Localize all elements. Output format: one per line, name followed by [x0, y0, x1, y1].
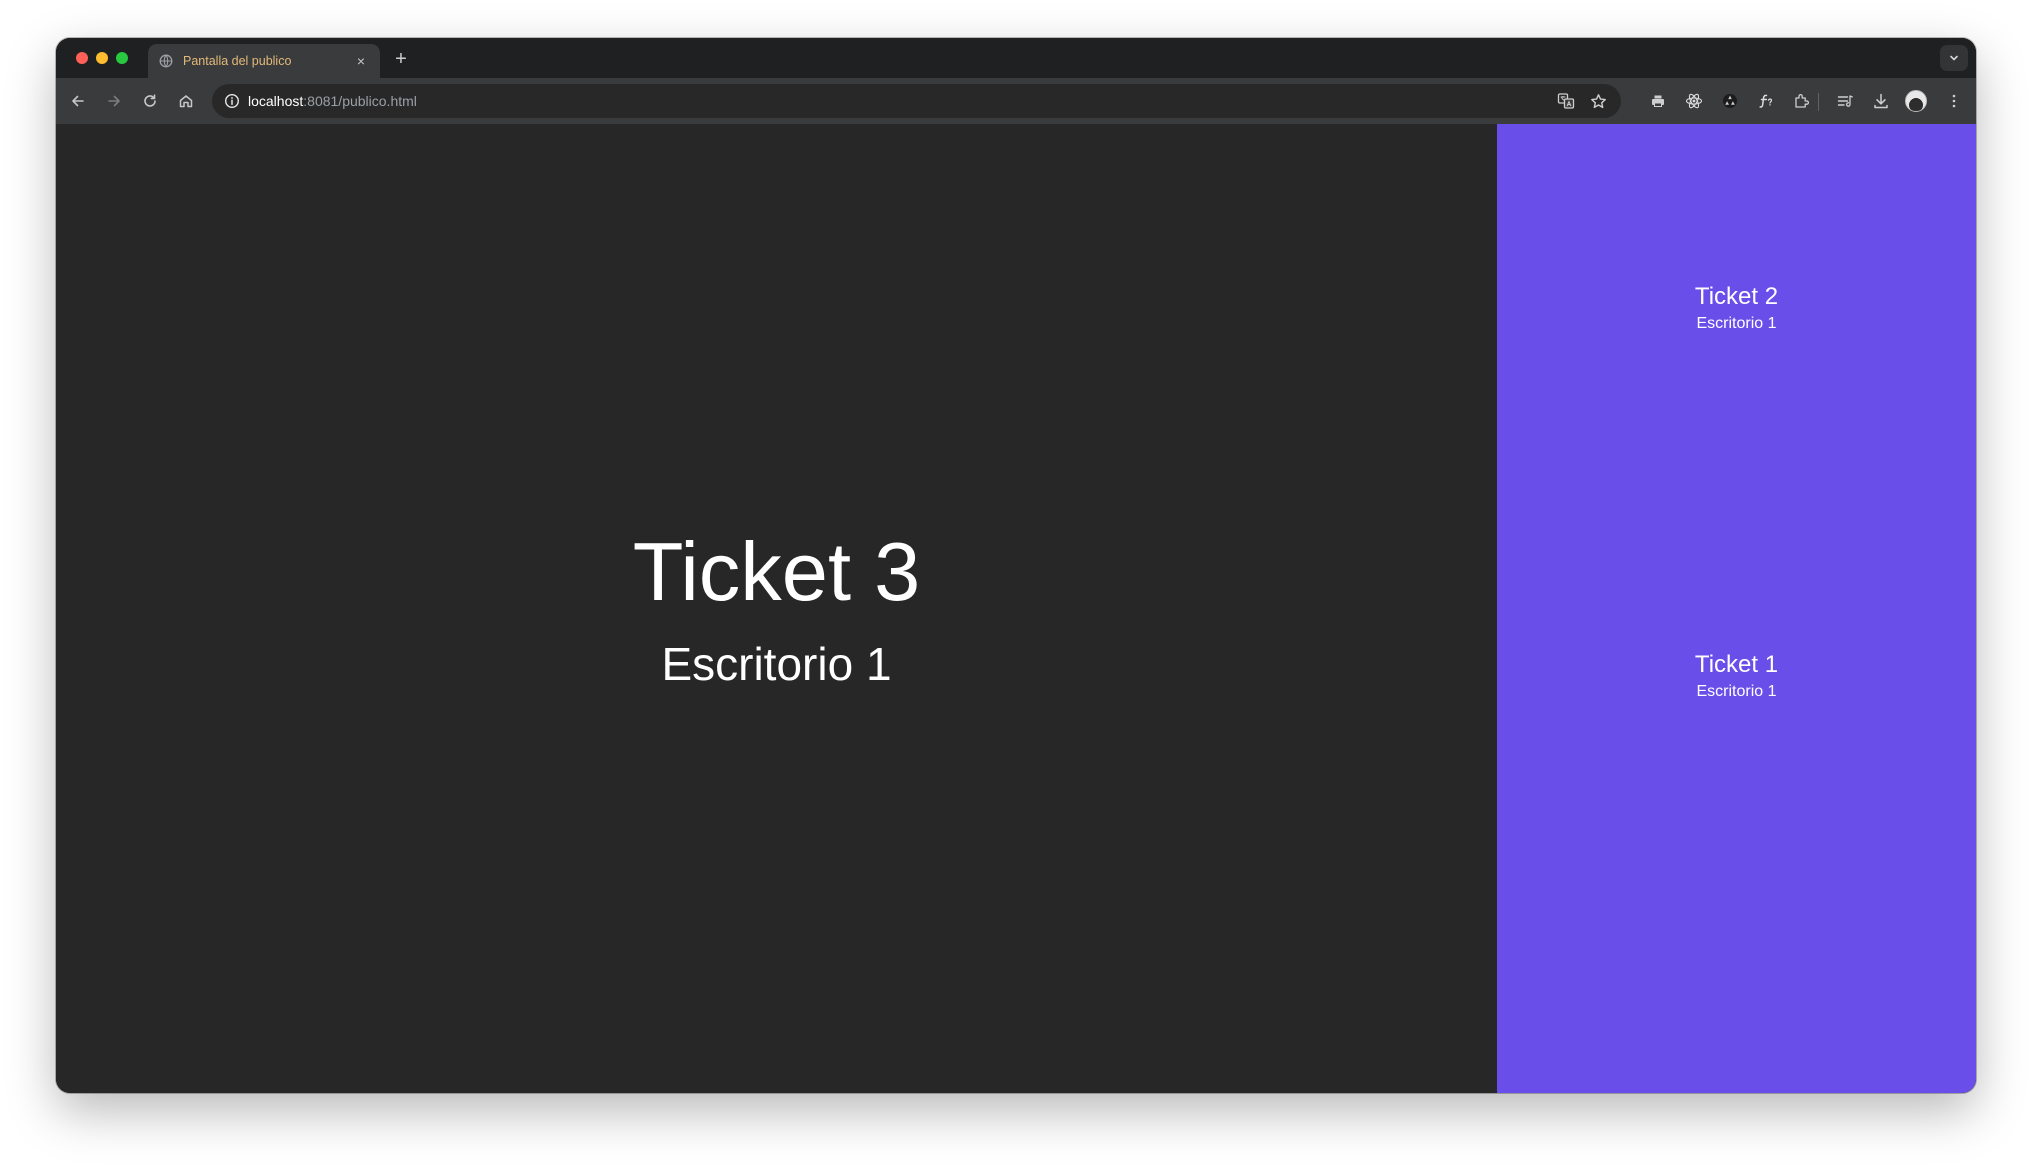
home-icon	[179, 95, 193, 108]
history-ticket-number: Ticket 1	[1694, 651, 1779, 678]
back-button[interactable]	[64, 87, 92, 115]
url-host: localhost	[248, 93, 304, 109]
maximize-window-button[interactable]	[116, 52, 128, 64]
current-ticket-desk: Escritorio 1	[661, 638, 892, 690]
current-ticket-panel: Ticket 3 Escritorio 1	[56, 124, 1497, 1093]
reading-list-icon[interactable]	[1833, 89, 1857, 113]
url-path: :8081/publico.html	[303, 93, 417, 109]
tab-search-button[interactable]	[1940, 45, 1968, 71]
address-bar[interactable]: localhost:8081/publico.html	[212, 84, 1621, 118]
minimize-window-button[interactable]	[96, 52, 108, 64]
current-ticket-number: Ticket 3	[632, 525, 921, 618]
history-ticket-number: Ticket 2	[1694, 283, 1779, 310]
puzzle-extensions-icon[interactable]	[1790, 89, 1814, 113]
history-ticket-desk: Escritorio 1	[1696, 315, 1777, 332]
chevron-down-icon	[1950, 55, 1958, 61]
arrow-left-icon	[72, 95, 84, 107]
tab-strip: Pantalla del publico × +	[56, 38, 1976, 78]
home-button[interactable]	[172, 87, 200, 115]
tab-close-button[interactable]: ×	[352, 52, 370, 70]
forward-button[interactable]	[100, 87, 128, 115]
more-menu-icon[interactable]	[1942, 89, 1966, 113]
close-window-button[interactable]	[76, 52, 88, 64]
arrow-right-icon	[108, 95, 120, 107]
profile-avatar[interactable]	[1905, 90, 1927, 112]
new-tab-button[interactable]: +	[388, 46, 414, 72]
browser-toolbar: localhost:8081/publico.html	[56, 78, 1976, 124]
tab-active[interactable]: Pantalla del publico ×	[148, 44, 380, 78]
toolbar-separator	[1818, 93, 1819, 111]
reload-icon	[144, 94, 156, 107]
bookmark-star-icon[interactable]	[1588, 91, 1608, 111]
download-icon[interactable]	[1869, 89, 1893, 113]
function-extension-icon[interactable]	[1754, 89, 1778, 113]
ticket-history-panel: Ticket 2 Escritorio 1 Ticket 1 Escritori…	[1497, 124, 1976, 1093]
translate-icon[interactable]	[1556, 91, 1576, 111]
history-ticket-desk: Escritorio 1	[1696, 683, 1777, 700]
printer-extension-icon[interactable]	[1646, 89, 1670, 113]
redux-devtools-icon[interactable]	[1718, 89, 1742, 113]
react-devtools-icon[interactable]	[1682, 89, 1706, 113]
globe-icon	[158, 54, 173, 69]
history-item: Ticket 2 Escritorio 1	[1497, 282, 1976, 335]
browser-window: Pantalla del publico × + localhost:8081/…	[56, 38, 1976, 1093]
page-viewport: Ticket 3 Escritorio 1 Ticket 2 Escritori…	[56, 124, 1976, 1093]
tab-title: Pantalla del publico	[183, 54, 292, 68]
history-item: Ticket 1 Escritorio 1	[1497, 650, 1976, 703]
url-text: localhost:8081/publico.html	[248, 84, 417, 118]
site-info-icon[interactable]	[222, 91, 242, 111]
reload-button[interactable]	[136, 87, 164, 115]
